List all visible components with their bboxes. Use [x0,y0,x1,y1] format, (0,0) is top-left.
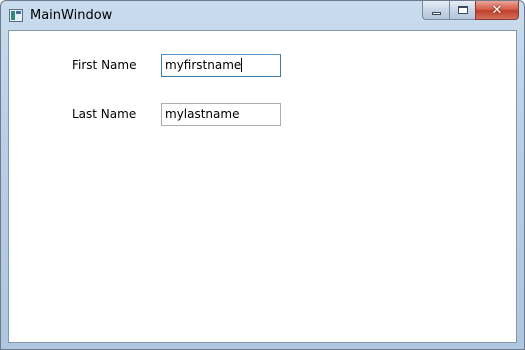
client-area: First Name myfirstname Last Name mylastn… [8,30,517,343]
last-name-input[interactable]: mylastname [161,103,281,126]
minimize-icon [431,11,441,15]
window-title: MainWindow [30,8,113,23]
close-button[interactable]: ✕ [475,1,519,20]
last-name-label: Last Name [72,107,137,121]
last-name-value: mylastname [165,107,240,121]
close-icon: ✕ [491,2,503,18]
caption-buttons: ✕ [422,1,519,21]
first-name-input[interactable]: myfirstname [161,54,281,77]
first-name-value: myfirstname [165,58,242,72]
first-name-label: First Name [72,58,137,72]
minimize-button[interactable] [422,1,449,20]
maximize-button[interactable] [449,1,475,20]
title-bar[interactable]: MainWindow ✕ [1,1,524,31]
main-window: MainWindow ✕ First Name myfirstname Last… [0,0,525,350]
maximize-icon [457,6,468,14]
app-icon[interactable] [9,9,23,22]
text-caret [241,58,243,72]
